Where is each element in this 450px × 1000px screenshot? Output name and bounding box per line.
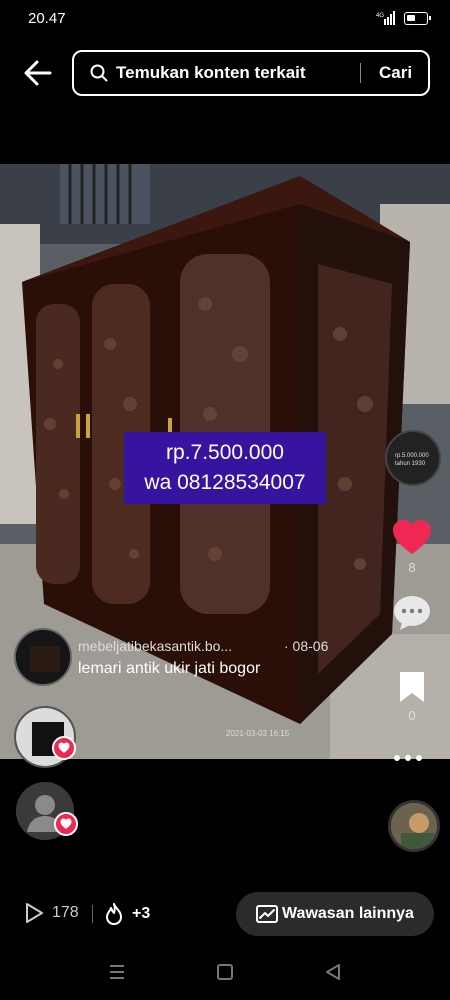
music-disc-image (391, 803, 437, 849)
flame-icon (106, 903, 122, 925)
price-overlay: rp.7.500.000 wa 08128534007 (124, 432, 326, 504)
bookmark-icon[interactable] (398, 670, 426, 704)
contact-text: wa 08128534007 (144, 471, 306, 494)
view-stat: 178 (24, 902, 79, 924)
author-avatar-image (16, 630, 70, 684)
top-bar: Temukan konten terkait Cari (0, 50, 450, 96)
save-count: 0 (408, 708, 416, 723)
status-icons: 4G (376, 11, 431, 25)
system-nav-bar (0, 956, 450, 992)
play-icon (26, 903, 43, 923)
heart-small-icon (58, 742, 70, 753)
insights-button[interactable]: Wawasan lainnya (236, 892, 434, 936)
post-date: · 08-06 (284, 638, 329, 654)
insights-label: Wawasan lainnya (282, 905, 414, 922)
back-arrow-icon[interactable] (22, 58, 54, 88)
home-icon[interactable] (217, 964, 233, 980)
view-count: 178 (52, 904, 79, 921)
stat-divider (92, 905, 93, 923)
post-info: mebeljatibekasantik.bo... · 08-06 lemari… (14, 628, 374, 690)
follow-badge[interactable] (52, 736, 76, 760)
author-name[interactable]: mebeljatibekasantik.bo... (78, 638, 232, 654)
heart-icon[interactable] (392, 520, 432, 556)
recent-apps-icon[interactable] (108, 964, 126, 980)
search-input[interactable]: Temukan konten terkait (116, 63, 356, 83)
boost-stat[interactable]: +3 (104, 902, 150, 926)
price-text: rp.7.500.000 (166, 441, 284, 464)
chart-icon (256, 905, 279, 923)
heart-small-icon (60, 818, 72, 829)
bottom-stats: 178 +3 Wawasan lainnya (0, 890, 450, 940)
related-thumb-text: rp.5.000.000 tahun 1930 (395, 453, 429, 467)
comment-icon[interactable] (392, 594, 432, 632)
nav-back-icon[interactable] (325, 963, 341, 981)
music-disc[interactable] (388, 800, 440, 852)
boost-count: +3 (132, 905, 151, 922)
search-button[interactable]: Cari (379, 63, 412, 83)
svg-text:4G: 4G (376, 13, 384, 19)
status-bar: 20.47 4G (0, 0, 450, 40)
video-watermark: 2021-03-03 16:15 (226, 729, 290, 738)
search-box[interactable]: Temukan konten terkait Cari (72, 50, 430, 96)
search-divider (360, 63, 361, 83)
user-follow-badge[interactable] (54, 812, 78, 836)
search-icon (90, 64, 108, 82)
more-icon[interactable] (394, 755, 430, 767)
status-time: 20.47 (28, 10, 66, 27)
like-count: 8 (408, 560, 416, 575)
author-avatar[interactable] (14, 628, 72, 686)
post-caption: lemari antik ukir jati bogor (78, 660, 261, 677)
signal-icon: 4G (376, 11, 395, 25)
related-video-thumbnail[interactable]: rp.5.000.000 tahun 1930 (385, 430, 441, 486)
battery-icon (404, 11, 431, 25)
